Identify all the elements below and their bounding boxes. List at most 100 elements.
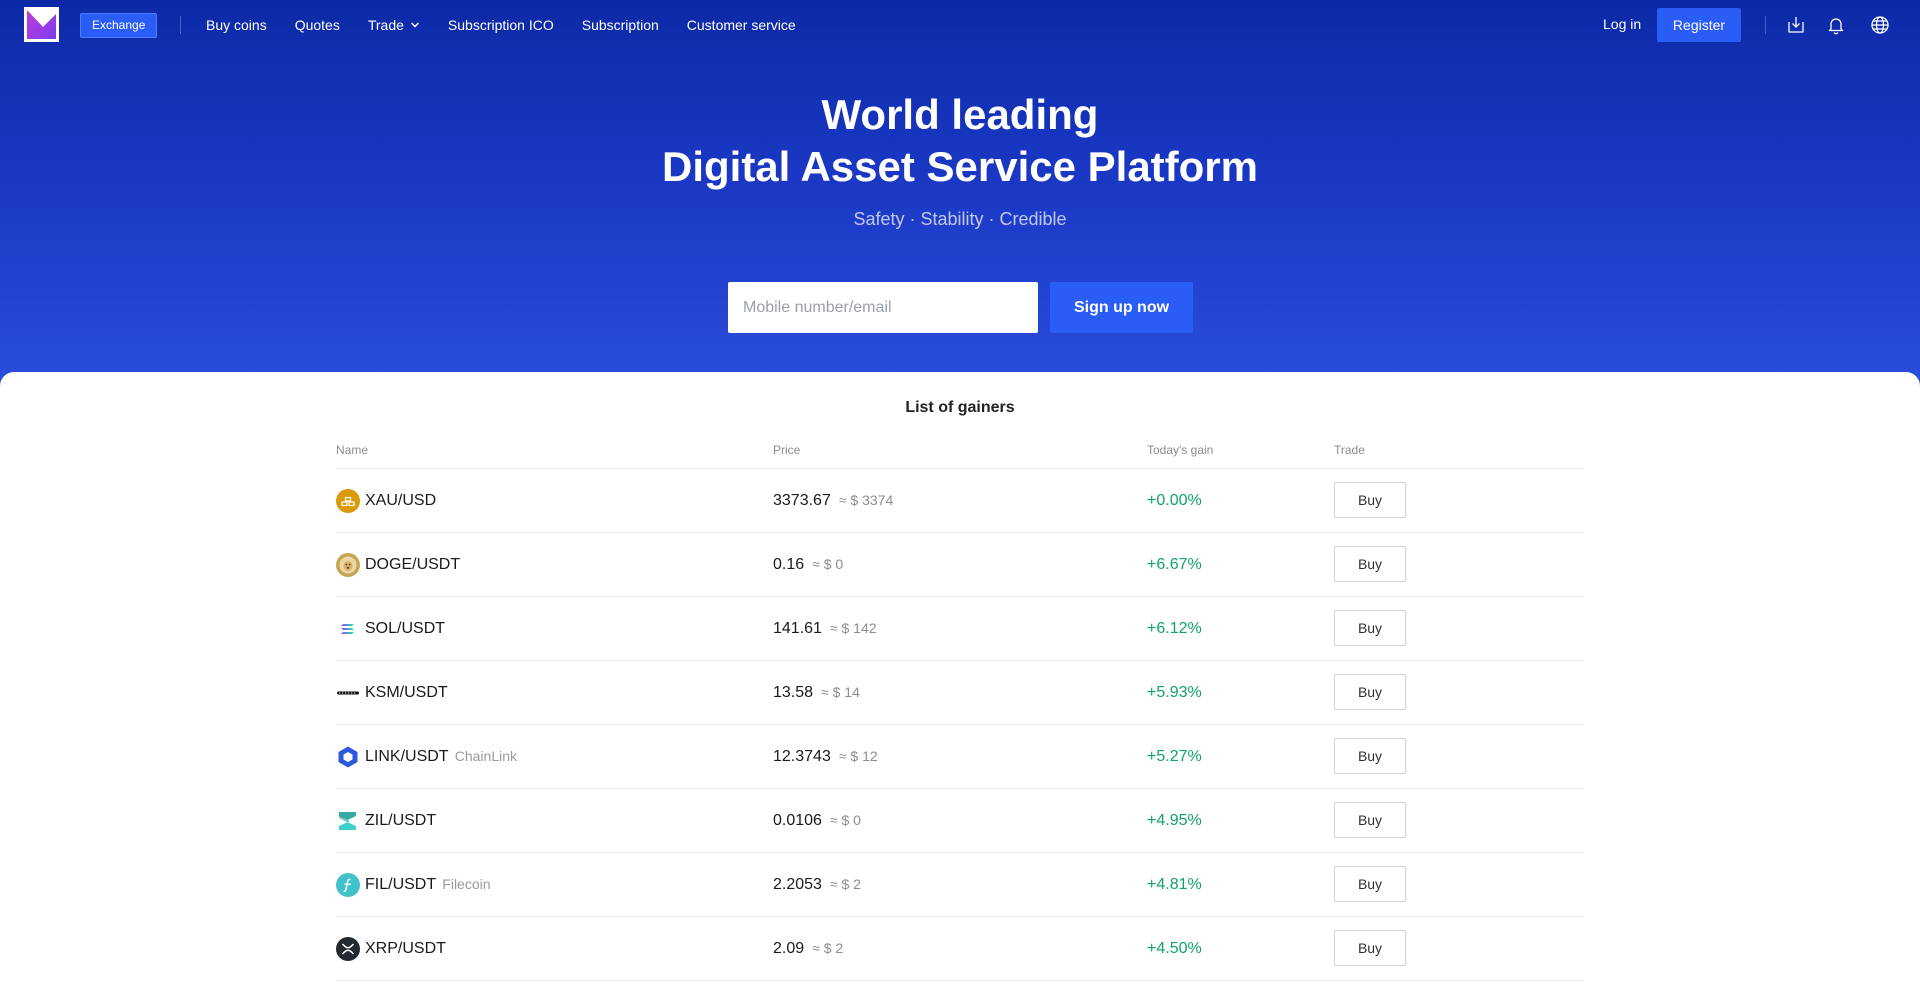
column-header-price: Price bbox=[773, 443, 801, 457]
nav-link-subscription[interactable]: Subscription bbox=[582, 17, 659, 33]
filecoin-icon bbox=[336, 873, 360, 897]
globe-icon[interactable] bbox=[1870, 15, 1890, 35]
price-value: 0.0106 ≈ $ 0 bbox=[773, 812, 861, 830]
table-row[interactable]: XAU/USD 3373.67 ≈ $ 3374 +0.00% Buy bbox=[336, 469, 1584, 533]
table-row[interactable]: XRP/USDT 2.09 ≈ $ 2 +4.50% Buy bbox=[336, 917, 1584, 981]
xrp-icon bbox=[336, 937, 360, 961]
pair-name[interactable]: ZIL/USDT bbox=[365, 812, 436, 830]
today-gain: +5.27% bbox=[1147, 748, 1202, 765]
price-number: 2.09 bbox=[773, 940, 805, 957]
column-header-name: Name bbox=[336, 443, 369, 457]
buy-button[interactable]: Buy bbox=[1334, 738, 1406, 774]
register-button[interactable]: Register bbox=[1657, 8, 1741, 42]
pair-symbol: LINK/USDT bbox=[365, 748, 449, 765]
nav-link-customer-service[interactable]: Customer service bbox=[687, 17, 796, 33]
exchange-button[interactable]: Exchange bbox=[80, 13, 158, 38]
dogecoin-icon bbox=[336, 553, 360, 577]
pair-name[interactable]: XAU/USD bbox=[365, 492, 436, 510]
brand-logo-icon bbox=[27, 10, 56, 39]
table-row[interactable]: LINK/USDT ChainLink 12.3743 ≈ $ 12 +5.27%… bbox=[336, 725, 1584, 789]
signup-button[interactable]: Sign up now bbox=[1050, 282, 1193, 333]
buy-button[interactable]: Buy bbox=[1334, 674, 1406, 710]
column-header-gain: Today's gain bbox=[1147, 443, 1214, 457]
nav-link-trade[interactable]: Trade bbox=[368, 17, 420, 33]
buy-button[interactable]: Buy bbox=[1334, 546, 1406, 582]
buy-button[interactable]: Buy bbox=[1334, 482, 1406, 518]
table-row[interactable]: SOL/USDT 141.61 ≈ $ 142 +6.12% Buy bbox=[336, 597, 1584, 661]
today-gain: +4.95% bbox=[1147, 812, 1202, 829]
price-number: 141.61 bbox=[773, 620, 822, 637]
price-number: 0.16 bbox=[773, 556, 805, 573]
today-gain: +0.00% bbox=[1147, 492, 1202, 509]
buy-button[interactable]: Buy bbox=[1334, 610, 1406, 646]
price-number: 0.0106 bbox=[773, 812, 822, 829]
price-usd-approx: ≈ $ 0 bbox=[829, 812, 861, 828]
top-navigation: Exchange Buy coins Quotes Trade Subscrip… bbox=[0, 0, 1920, 50]
solana-icon bbox=[336, 617, 360, 641]
price-usd-approx: ≈ $ 3374 bbox=[838, 492, 894, 508]
gainers-panel: List of gainers Name Price Today's gain … bbox=[0, 372, 1920, 993]
buy-button[interactable]: Buy bbox=[1334, 802, 1406, 838]
hero-title-line2: Digital Asset Service Platform bbox=[662, 143, 1258, 190]
login-link[interactable]: Log in bbox=[1603, 16, 1641, 32]
coin-full-name: Filecoin bbox=[442, 876, 491, 892]
price-value: 141.61 ≈ $ 142 bbox=[773, 620, 877, 638]
bell-icon[interactable] bbox=[1826, 15, 1846, 35]
nav-divider bbox=[180, 16, 181, 34]
price-usd-approx: ≈ $ 14 bbox=[821, 684, 860, 700]
price-number: 13.58 bbox=[773, 684, 814, 701]
kusama-icon bbox=[336, 681, 360, 705]
table-row[interactable]: DOGE/USDT 0.16 ≈ $ 0 +6.67% Buy bbox=[336, 533, 1584, 597]
hero-title-line1: World leading bbox=[821, 91, 1099, 138]
nav-link-quotes[interactable]: Quotes bbox=[295, 17, 340, 33]
price-usd-approx: ≈ $ 2 bbox=[812, 940, 844, 956]
pair-name[interactable]: SOL/USDT bbox=[365, 620, 445, 638]
nav-link-subscription-ico[interactable]: Subscription ICO bbox=[448, 17, 554, 33]
today-gain: +4.81% bbox=[1147, 876, 1202, 893]
price-number: 3373.67 bbox=[773, 492, 831, 509]
pair-name[interactable]: FIL/USDT Filecoin bbox=[365, 876, 491, 894]
gainers-title: List of gainers bbox=[905, 399, 1015, 416]
price-value: 0.16 ≈ $ 0 bbox=[773, 556, 843, 574]
table-row[interactable]: ZIL/USDT 0.0106 ≈ $ 0 +4.95% Buy bbox=[336, 789, 1584, 853]
table-row[interactable]: FIL/USDT Filecoin 2.2053 ≈ $ 2 +4.81% Buy bbox=[336, 853, 1584, 917]
pair-name[interactable]: XRP/USDT bbox=[365, 940, 446, 958]
nav-link-buy-coins[interactable]: Buy coins bbox=[206, 17, 267, 33]
today-gain: +6.67% bbox=[1147, 556, 1202, 573]
price-value: 12.3743 ≈ $ 12 bbox=[773, 748, 878, 766]
gold-icon bbox=[336, 489, 360, 513]
hero-subtitle: Safety · Stability · Credible bbox=[853, 209, 1067, 229]
column-header-trade: Trade bbox=[1334, 443, 1365, 457]
nav-link-trade-label: Trade bbox=[367, 17, 404, 33]
buy-button[interactable]: Buy bbox=[1334, 866, 1406, 902]
price-value: 3373.67 ≈ $ 3374 bbox=[773, 492, 893, 510]
download-icon[interactable] bbox=[1786, 15, 1806, 35]
price-usd-approx: ≈ $ 12 bbox=[838, 748, 878, 764]
pair-symbol: FIL/USDT bbox=[365, 876, 436, 893]
price-usd-approx: ≈ $ 142 bbox=[829, 620, 877, 636]
nav-divider bbox=[1765, 16, 1766, 34]
today-gain: +5.93% bbox=[1147, 684, 1202, 701]
today-gain: +6.12% bbox=[1147, 620, 1202, 637]
chainlink-icon bbox=[336, 745, 360, 769]
price-number: 12.3743 bbox=[773, 748, 831, 765]
table-header: Name Price Today's gain Trade bbox=[336, 443, 1584, 469]
buy-button[interactable]: Buy bbox=[1334, 930, 1406, 966]
price-value: 13.58 ≈ $ 14 bbox=[773, 684, 860, 702]
hero-section: Exchange Buy coins Quotes Trade Subscrip… bbox=[0, 0, 1920, 400]
price-usd-approx: ≈ $ 0 bbox=[812, 556, 844, 572]
price-usd-approx: ≈ $ 2 bbox=[829, 876, 861, 892]
coin-full-name: ChainLink bbox=[454, 748, 517, 764]
chevron-down-icon bbox=[410, 22, 419, 28]
price-number: 2.2053 bbox=[773, 876, 822, 893]
nav-links: Buy coins Quotes Trade Subscription ICO … bbox=[206, 0, 796, 50]
pair-name[interactable]: DOGE/USDT bbox=[365, 556, 460, 574]
pair-name[interactable]: KSM/USDT bbox=[365, 684, 448, 702]
today-gain: +4.50% bbox=[1147, 940, 1202, 957]
signup-input[interactable] bbox=[728, 282, 1038, 333]
price-value: 2.2053 ≈ $ 2 bbox=[773, 876, 861, 894]
brand-logo[interactable] bbox=[24, 7, 59, 42]
table-row[interactable]: KSM/USDT 13.58 ≈ $ 14 +5.93% Buy bbox=[336, 661, 1584, 725]
pair-name[interactable]: LINK/USDT ChainLink bbox=[365, 748, 517, 766]
price-value: 2.09 ≈ $ 2 bbox=[773, 940, 843, 958]
